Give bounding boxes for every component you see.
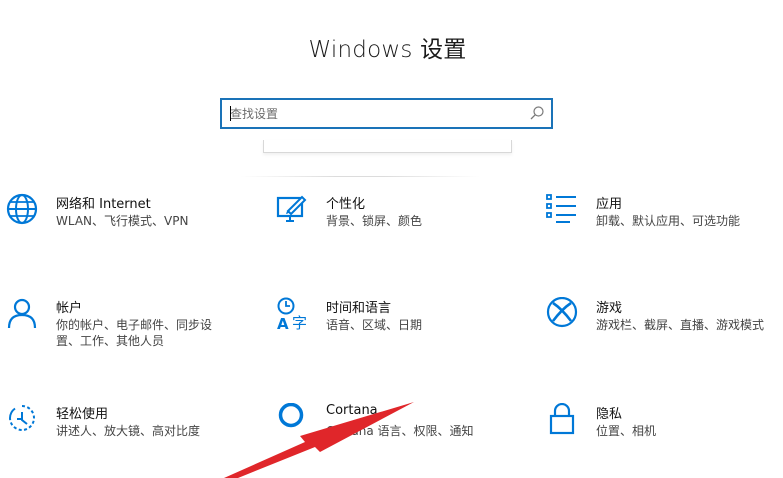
tile-ease-of-access[interactable]: 轻松使用 讲述人、放大镜、高对比度 — [6, 403, 246, 473]
tile-privacy[interactable]: 隐私 位置、相机 — [546, 403, 783, 473]
tile-gaming[interactable]: 游戏 游戏栏、截屏、直播、游戏模式 — [546, 297, 783, 367]
tile-name: 网络和 Internet — [56, 197, 151, 212]
lock-icon — [546, 403, 580, 437]
tile-name: 帐户 — [56, 301, 83, 316]
tile-desc: Cortana 语言、权限、通知 — [326, 423, 474, 439]
personalization-icon — [276, 193, 310, 227]
tile-accounts[interactable]: 帐户 你的帐户、电子邮件、同步设 置、工作、其他人员 — [6, 297, 246, 367]
tile-desc: 位置、相机 — [596, 423, 656, 439]
tile-desc: 卸载、默认应用、可选功能 — [596, 213, 740, 229]
tile-desc: WLAN、飞行模式、VPN — [56, 213, 188, 229]
tile-desc-line: 你的帐户、电子邮件、同步设 — [56, 318, 213, 332]
tile-desc-line: 语音、区域、日期 — [326, 318, 423, 332]
tile-personalization[interactable]: 个性化 背景、锁屏、颜色 — [276, 193, 516, 263]
tile-name: 游戏 — [596, 301, 623, 316]
tile-desc-line: 讲述人、放大镜、高对比度 — [56, 424, 201, 438]
tile-name: 应用 — [596, 197, 623, 212]
tile-desc-line: Cortana 语言、权限、通知 — [326, 424, 474, 438]
tile-desc-line: 置、工作、其他人员 — [56, 334, 165, 348]
cortana-icon — [276, 403, 310, 437]
tile-desc-line: 位置、相机 — [596, 424, 657, 438]
tile-desc: 你的帐户、电子邮件、同步设 置、工作、其他人员 — [56, 317, 212, 349]
search-icon[interactable] — [529, 105, 545, 121]
search-input[interactable] — [230, 100, 515, 127]
xbox-icon — [546, 297, 580, 331]
ease-of-access-icon — [6, 403, 40, 437]
tile-apps[interactable]: 应用 卸载、默认应用、可选功能 — [546, 193, 783, 263]
tile-desc: 讲述人、放大镜、高对比度 — [56, 423, 200, 439]
person-icon — [6, 297, 40, 331]
tile-name: Cortana — [326, 403, 378, 418]
tile-time-language[interactable]: A 字 时间和语言 语音、区域、日期 — [276, 297, 516, 367]
tile-desc-line: WLAN、飞行模式、VPN — [56, 214, 189, 228]
search-suggestions-dropdown — [263, 140, 512, 153]
tile-name: 轻松使用 — [56, 407, 109, 422]
tile-desc-line: 游戏栏、截屏、直播、游戏模式 — [596, 318, 765, 332]
tile-name: 时间和语言 — [326, 301, 392, 316]
globe-icon — [6, 193, 40, 227]
tile-name: 隐私 — [596, 407, 623, 422]
time-language-icon: A 字 — [276, 297, 310, 331]
page-title: Windows 设置 — [308, 37, 467, 63]
tile-cortana[interactable]: Cortana Cortana 语言、权限、通知 — [276, 403, 516, 473]
text-caret — [230, 106, 231, 121]
svg-text:A: A — [277, 315, 289, 331]
tile-name: 个性化 — [326, 197, 366, 212]
tile-desc-line: 卸载、默认应用、可选功能 — [596, 214, 741, 228]
tile-network-internet[interactable]: 网络和 Internet WLAN、飞行模式、VPN — [6, 193, 246, 263]
svg-text:字: 字 — [292, 314, 307, 331]
search-box[interactable] — [220, 98, 553, 129]
tile-desc: 游戏栏、截屏、直播、游戏模式 — [596, 317, 764, 333]
tile-desc: 背景、锁屏、颜色 — [326, 213, 422, 229]
divider — [240, 176, 480, 177]
apps-list-icon — [546, 193, 580, 227]
tile-desc: 语音、区域、日期 — [326, 317, 422, 333]
tile-desc-line: 背景、锁屏、颜色 — [326, 214, 423, 228]
windows-settings-page: Windows 设置 网络和 Internet WLAN、飞行模式、VPN — [0, 0, 783, 478]
